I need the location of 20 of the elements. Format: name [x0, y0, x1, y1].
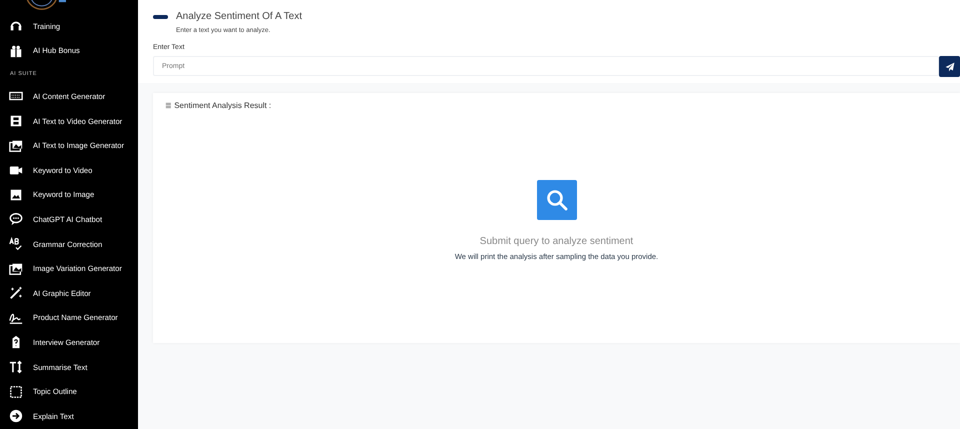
magic-wand-icon — [9, 286, 23, 300]
headset-icon — [9, 19, 23, 34]
send-icon — [944, 62, 954, 72]
ab-check-icon — [9, 237, 23, 252]
page-title: Analyze Sentiment Of A Text — [176, 11, 302, 22]
send-button[interactable] — [939, 56, 960, 77]
gift-icon — [9, 44, 23, 58]
chat-bubble-icon — [9, 212, 23, 226]
result-title: ≣ Sentiment Analysis Result : — [164, 100, 272, 110]
image-icon — [9, 188, 23, 202]
signature-icon — [9, 310, 23, 325]
text-size-icon — [9, 360, 23, 374]
images-icon — [9, 138, 23, 153]
search-icon — [536, 180, 576, 220]
arrow-circle-icon — [9, 409, 23, 424]
film-icon — [9, 114, 23, 128]
title-accent-icon — [153, 14, 168, 18]
dotted-square-icon — [9, 384, 23, 399]
empty-state-title: Submit query to analyze sentiment — [480, 236, 634, 247]
images-icon — [9, 262, 23, 276]
